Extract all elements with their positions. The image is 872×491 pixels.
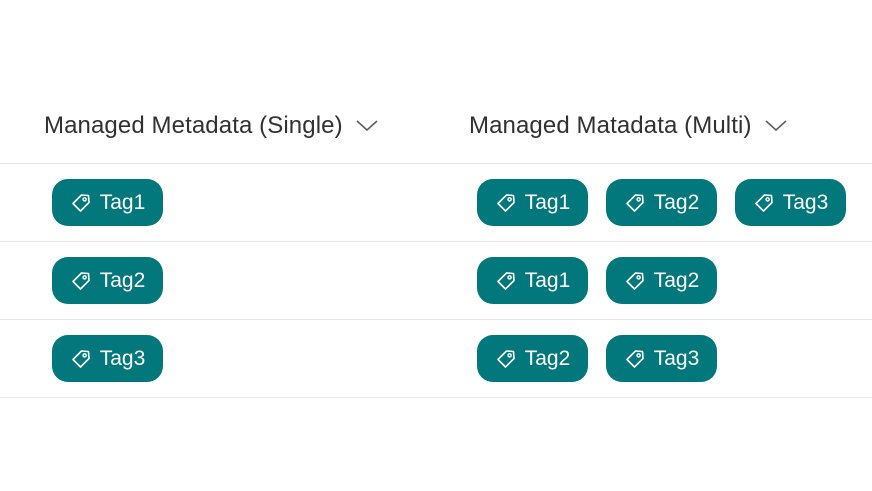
tag-icon: [70, 270, 92, 292]
table-row[interactable]: Tag3 Tag2 Tag3: [0, 320, 872, 398]
chevron-down-icon[interactable]: [765, 119, 787, 133]
tag-icon: [495, 192, 517, 214]
table-row[interactable]: Tag1 Tag1 Tag2 Tag3: [0, 164, 872, 242]
tag-chip[interactable]: Tag3: [606, 335, 717, 382]
cell-managed-metadata-multi: Tag2 Tag3: [477, 320, 735, 397]
chevron-down-icon[interactable]: [356, 119, 378, 133]
cell-managed-metadata-single: Tag3: [52, 320, 181, 397]
tag-chip[interactable]: Tag2: [52, 257, 163, 304]
list-grid: Managed Metadata (Single) Managed Matada…: [0, 0, 872, 491]
tag-chip[interactable]: Tag1: [477, 179, 588, 226]
column-header-row: Managed Metadata (Single) Managed Matada…: [0, 88, 872, 164]
tag-chip[interactable]: Tag2: [477, 335, 588, 382]
tag-label: Tag2: [524, 347, 571, 370]
cell-managed-metadata-single: Tag1: [52, 164, 181, 241]
column-header-managed-metadata-multi[interactable]: Managed Matadata (Multi): [469, 88, 787, 163]
tag-chip[interactable]: Tag3: [52, 335, 163, 382]
tag-icon: [495, 270, 517, 292]
column-title: Managed Metadata (Single): [44, 111, 343, 139]
tag-label: Tag2: [99, 269, 146, 292]
tag-label: Tag2: [653, 269, 700, 292]
tag-label: Tag2: [653, 191, 700, 214]
tag-chip[interactable]: Tag1: [477, 257, 588, 304]
tag-icon: [624, 270, 646, 292]
tag-icon: [753, 192, 775, 214]
tag-chip[interactable]: Tag2: [606, 179, 717, 226]
tag-label: Tag1: [524, 269, 571, 292]
tag-label: Tag3: [782, 191, 829, 214]
tag-icon: [624, 192, 646, 214]
cell-managed-metadata-single: Tag2: [52, 242, 181, 319]
tag-label: Tag3: [99, 347, 146, 370]
table-row[interactable]: Tag2 Tag1 Tag2: [0, 242, 872, 320]
column-header-managed-metadata-single[interactable]: Managed Metadata (Single): [44, 88, 378, 163]
tag-label: Tag3: [653, 347, 700, 370]
cell-managed-metadata-multi: Tag1 Tag2: [477, 242, 735, 319]
tag-chip[interactable]: Tag1: [52, 179, 163, 226]
tag-chip[interactable]: Tag2: [606, 257, 717, 304]
tag-icon: [495, 348, 517, 370]
tag-icon: [624, 348, 646, 370]
tag-icon: [70, 348, 92, 370]
cell-managed-metadata-multi: Tag1 Tag2 Tag3: [477, 164, 864, 241]
tag-chip[interactable]: Tag3: [735, 179, 846, 226]
tag-icon: [70, 192, 92, 214]
tag-label: Tag1: [99, 191, 146, 214]
column-title: Managed Matadata (Multi): [469, 111, 752, 139]
tag-label: Tag1: [524, 191, 571, 214]
